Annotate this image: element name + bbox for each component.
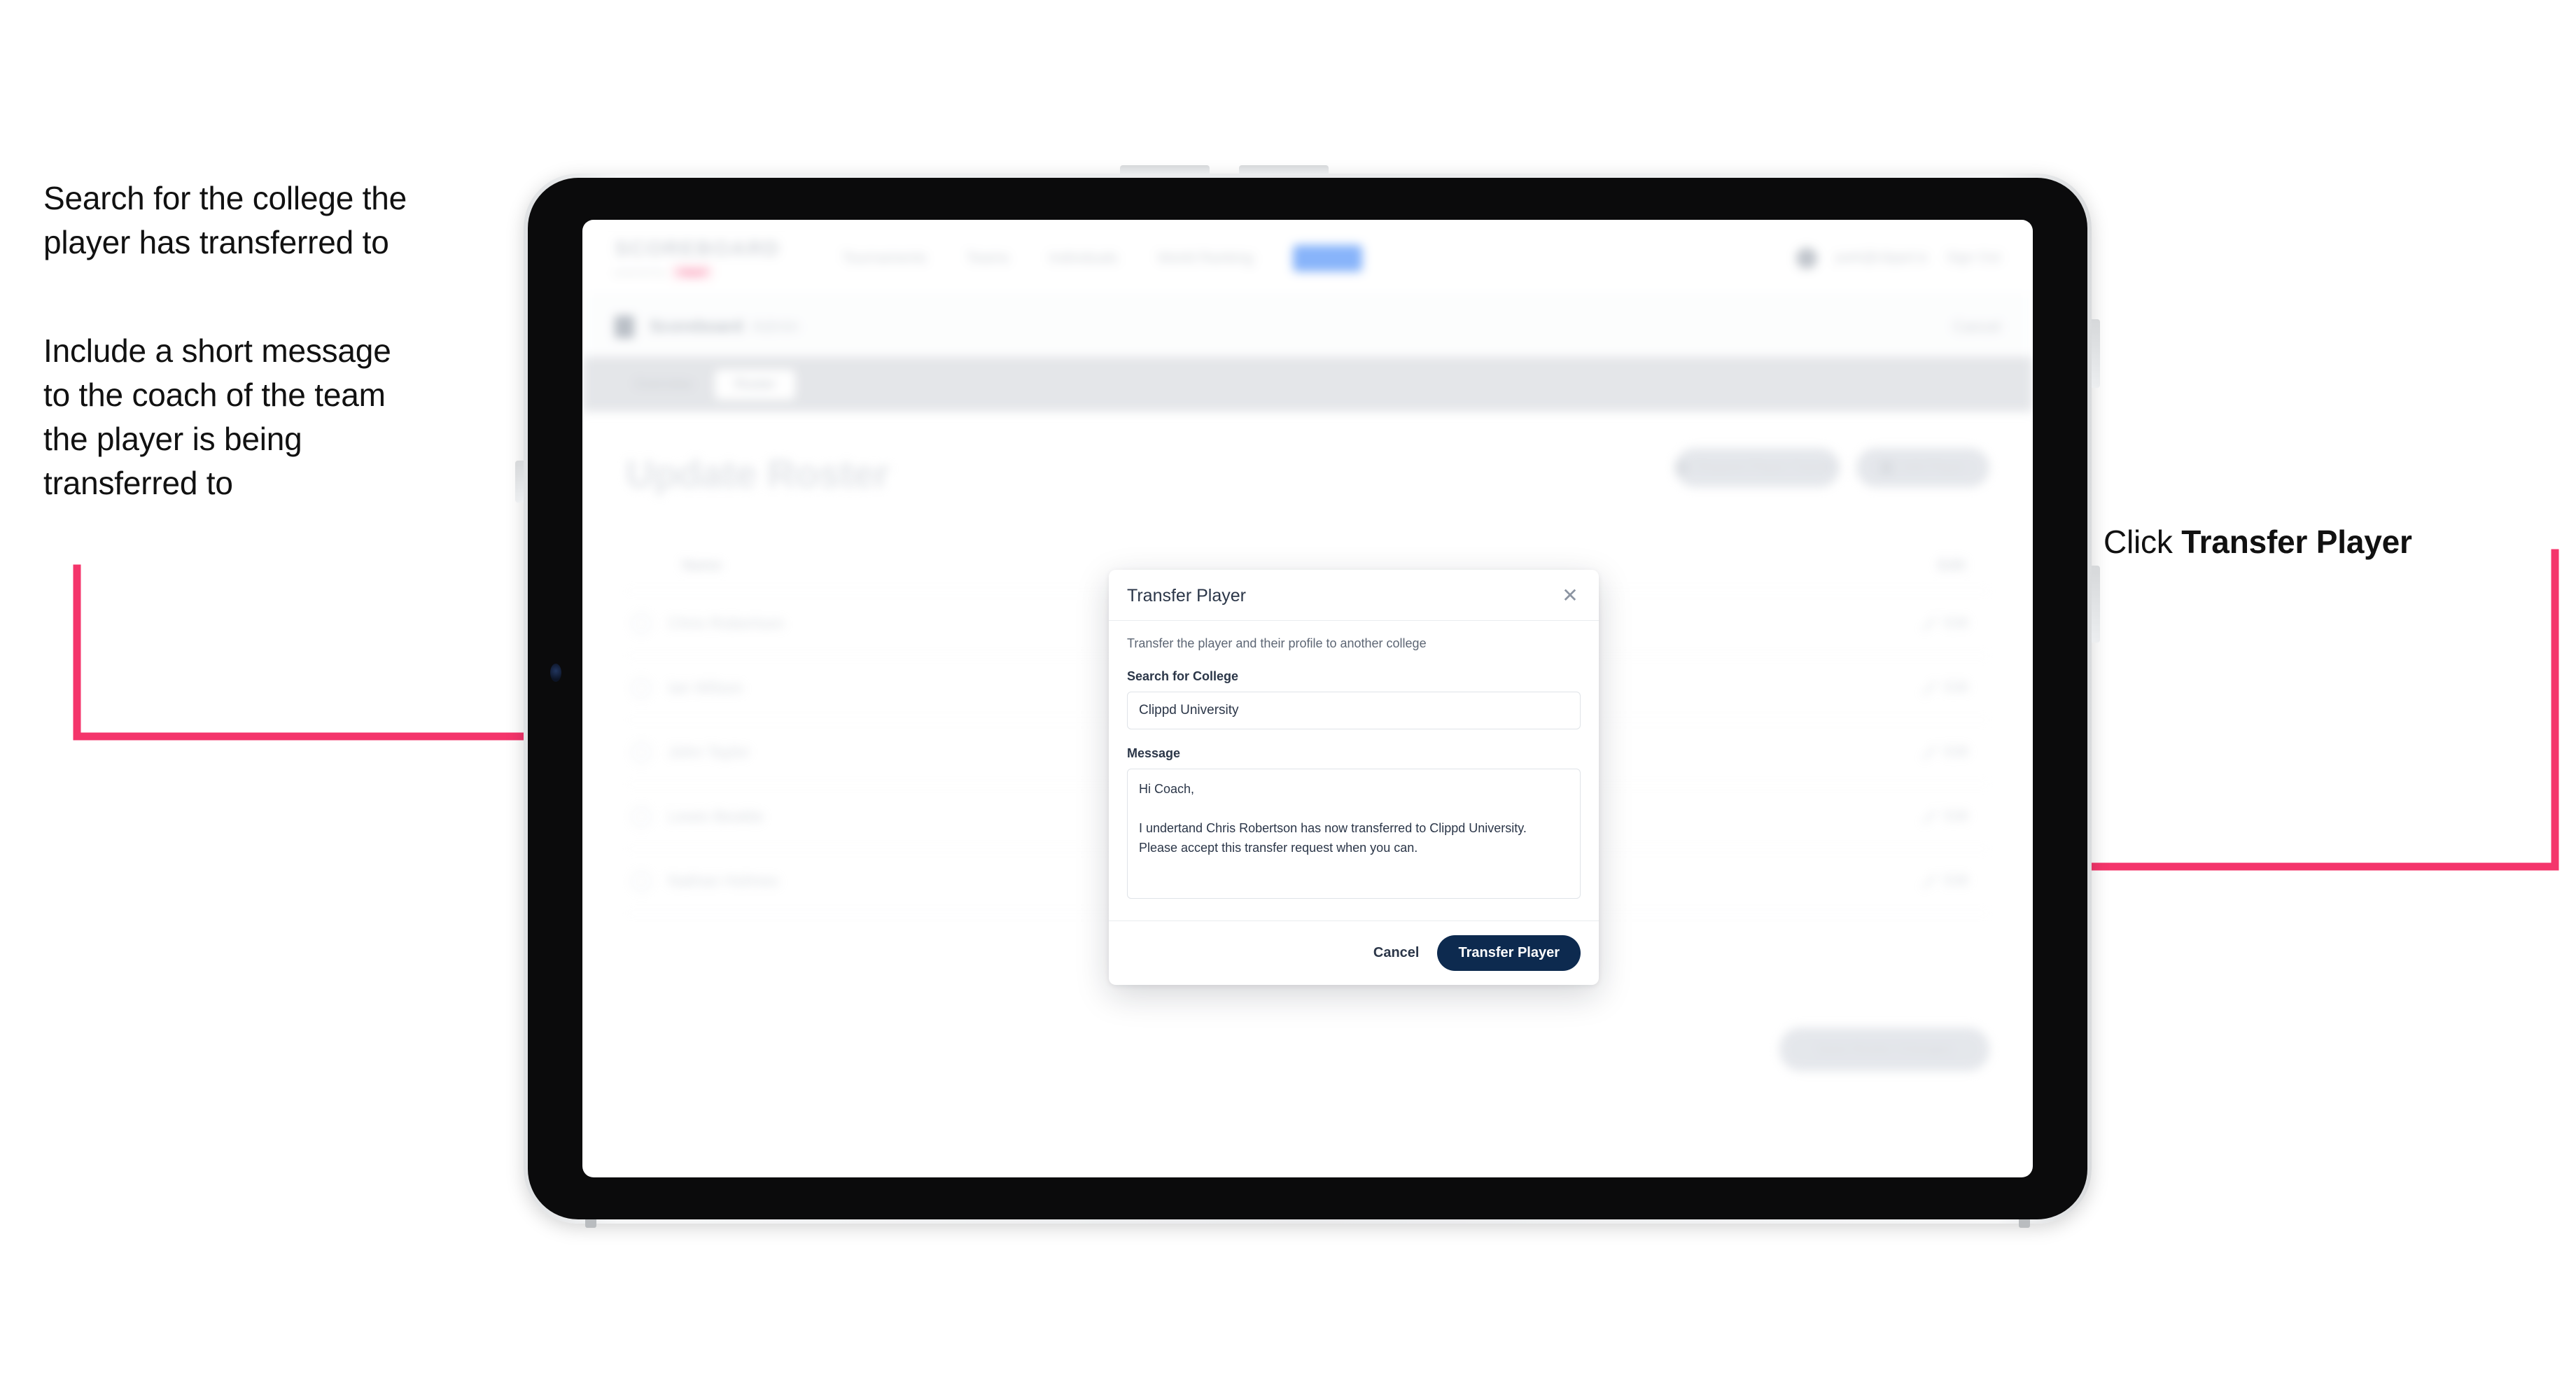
row-checkbox[interactable]: [631, 613, 651, 634]
annotation-click-target: Transfer Player: [2181, 524, 2412, 561]
device-button-side-mid: [2092, 566, 2100, 643]
college-field-label: Search for College: [1127, 669, 1239, 683]
camera-icon: [550, 664, 561, 682]
app-logo[interactable]: SCOREBOARD powered by clippd: [615, 237, 780, 279]
annotation-click-transfer: Click Transfer Player: [2104, 476, 2552, 564]
search-college-input[interactable]: [1127, 692, 1581, 729]
save-roster-changes-button[interactable]: Save Roster Changes: [1779, 1028, 1989, 1071]
scoreboard-icon: [615, 315, 634, 338]
player-name: Lewis Beattie: [668, 807, 764, 825]
request-player-transfer-button[interactable]: Request Player Transfer: [1675, 448, 1840, 487]
transfer-player-dialog: Transfer Player ✕ Transfer the player an…: [1109, 570, 1599, 985]
app-subheader: Scoreboard Admin Cancel: [582, 297, 2033, 357]
logo-powered-by: powered by: [615, 267, 666, 277]
player-name: John Taylor: [668, 743, 750, 761]
subheader-suffix: Admin: [751, 316, 799, 336]
row-checkbox[interactable]: [631, 806, 651, 827]
add-player-label: Add Player: [1900, 460, 1966, 475]
edit-action[interactable]: Edit: [1921, 744, 1968, 760]
player-name: Chris Robertson: [668, 614, 785, 632]
column-edit: Edit: [1938, 556, 1966, 573]
edit-label: Edit: [1944, 744, 1968, 760]
column-name: Name: [682, 556, 722, 573]
message-field-label: Message: [1127, 746, 1181, 760]
device-button-top-a: [1120, 165, 1210, 175]
pencil-icon: [1921, 809, 1936, 824]
dialog-description: Transfer the player and their profile to…: [1127, 636, 1427, 650]
request-transfer-label: Request Player Transfer: [1696, 460, 1840, 475]
dialog-footer: Cancel Transfer Player: [1109, 920, 1599, 985]
logo-subtext: powered by clippd: [615, 265, 780, 279]
field-spacer: [1127, 729, 1581, 746]
transfer-player-button[interactable]: Transfer Player: [1437, 935, 1581, 971]
device-screen: SCOREBOARD powered by clippd Tournaments…: [582, 220, 2033, 1177]
annotation-click-prefix: Click: [2104, 524, 2182, 561]
edit-action[interactable]: Edit: [1921, 808, 1968, 825]
message-textarea[interactable]: [1127, 769, 1581, 899]
nav-item-tournaments[interactable]: Tournaments: [842, 250, 927, 267]
edit-label: Edit: [1944, 680, 1968, 695]
subheader-cancel[interactable]: Cancel: [1953, 318, 2001, 336]
pencil-icon: [1921, 680, 1936, 695]
avatar[interactable]: [1795, 247, 1817, 269]
nav-item-world-ranking[interactable]: World Ranking: [1157, 250, 1253, 267]
player-name: Nathan Holmes: [668, 872, 779, 890]
device-foot-right: [2019, 1219, 2030, 1228]
row-checkbox[interactable]: [631, 678, 651, 698]
edit-label: Edit: [1944, 615, 1968, 631]
tab-roster[interactable]: Roster: [715, 369, 796, 400]
dialog-header: Transfer Player ✕: [1109, 570, 1599, 621]
tablet-device-frame: SCOREBOARD powered by clippd Tournaments…: [515, 165, 2100, 1228]
dialog-title: Transfer Player: [1127, 585, 1246, 606]
edit-action[interactable]: Edit: [1921, 873, 1968, 889]
row-checkbox[interactable]: [631, 871, 651, 891]
player-name: Ian Wilson: [668, 678, 743, 696]
edit-action[interactable]: Edit: [1921, 680, 1968, 696]
tab-overview[interactable]: Overview: [615, 370, 712, 400]
app-header: SCOREBOARD powered by clippd Tournaments…: [582, 220, 2033, 297]
logo-brand: clippd: [672, 265, 712, 279]
segmented-control: Overview Roster: [615, 369, 796, 400]
nav-item-individuals[interactable]: Individuals: [1049, 250, 1118, 267]
arrow-swap-icon: [1675, 461, 1688, 474]
add-player-button[interactable]: Add Player: [1856, 448, 1989, 487]
annotation-search-college: Search for the college the player has tr…: [43, 180, 407, 261]
device-foot-left: [585, 1219, 596, 1228]
device-button-side-top: [2092, 319, 2100, 388]
dialog-body: Transfer the player and their profile to…: [1109, 621, 1599, 920]
device-button-top-b: [1239, 165, 1329, 175]
edit-action[interactable]: Edit: [1921, 615, 1968, 631]
subheader-title: Scoreboard: [650, 316, 743, 336]
annotation-include-message: Include a short message to the coach of …: [43, 332, 391, 502]
device-bezel: SCOREBOARD powered by clippd Tournaments…: [528, 178, 2087, 1219]
edit-label: Edit: [1944, 808, 1968, 824]
pencil-icon: [1921, 616, 1936, 631]
edit-label: Edit: [1944, 873, 1968, 888]
close-icon[interactable]: ✕: [1560, 585, 1581, 606]
nav-item-admin[interactable]: Admin: [1292, 244, 1363, 272]
pencil-icon: [1921, 874, 1936, 888]
pencil-icon: [1921, 745, 1936, 760]
logo-text: SCOREBOARD: [615, 237, 780, 260]
page-actions: Request Player Transfer Add Player: [1675, 448, 1989, 487]
user-email: park@clippd.io: [1835, 250, 1928, 265]
main-nav: Tournaments Teams Individuals World Rank…: [842, 244, 1363, 272]
cancel-button[interactable]: Cancel: [1373, 945, 1420, 961]
screenshot-stage: Search for the college the player has tr…: [0, 0, 2576, 1386]
nav-item-teams[interactable]: Teams: [966, 250, 1009, 267]
plus-icon: [1879, 461, 1893, 474]
device-button-side-low: [515, 461, 524, 503]
header-user-area: park@clippd.io Sign Out: [1795, 247, 2001, 269]
row-checkbox[interactable]: [631, 742, 651, 762]
sign-out-link[interactable]: Sign Out: [1946, 250, 2001, 266]
app-tabbar: Overview Roster: [582, 357, 2033, 412]
